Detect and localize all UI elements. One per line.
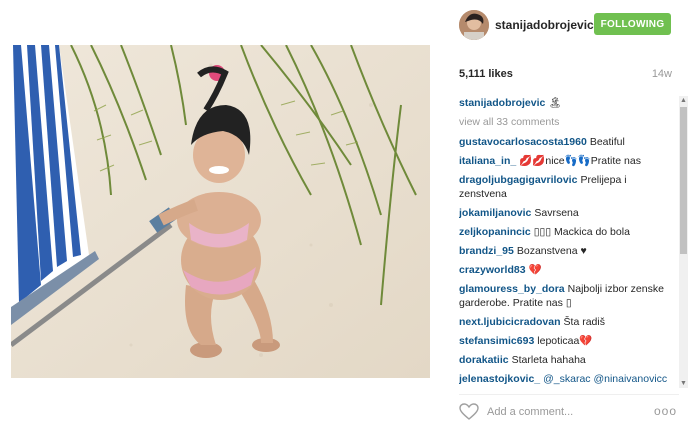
comments-scrollbar[interactable]: ▲ ▼ bbox=[679, 96, 688, 388]
comment-item: glamouress_by_dora Najbolji izbor zenske … bbox=[459, 282, 675, 310]
caption: stanijadobrojevic 🏝 bbox=[459, 96, 675, 110]
post-photo[interactable] bbox=[11, 45, 430, 378]
comment-text: Savrsena bbox=[534, 207, 579, 219]
comments-list[interactable]: stanijadobrojevic 🏝 view all 33 comments … bbox=[459, 96, 675, 388]
avatar[interactable] bbox=[459, 10, 489, 40]
comment-username[interactable]: stefansimic693 bbox=[459, 335, 534, 347]
comment-username[interactable]: dragoljubgagigavrilovic bbox=[459, 174, 577, 186]
comment-username[interactable]: brandzi_95 bbox=[459, 245, 514, 257]
caption-text: 🏝 bbox=[548, 97, 562, 109]
comment-text: ▯▯▯ Mackica do bola bbox=[533, 226, 630, 238]
arrow-up-icon[interactable]: ▲ bbox=[679, 96, 688, 105]
comment-item: brandzi_95 Bozanstvena ♥ bbox=[459, 244, 675, 258]
view-all-comments-link[interactable]: view all 33 comments bbox=[459, 115, 675, 129]
arrow-down-icon[interactable]: ▼ bbox=[679, 379, 688, 388]
comment-item: dorakatiic Starleta hahaha bbox=[459, 353, 675, 367]
username-link[interactable]: stanijadobrojevic bbox=[495, 18, 594, 32]
comment-item: italiana_in_ 💋💋nice👣👣Pratite nas bbox=[459, 154, 675, 168]
add-comment-input[interactable]: Add a comment... bbox=[487, 406, 573, 418]
comment-text: Šta radiš bbox=[563, 316, 605, 328]
comment-item: crazyworld83 💔 bbox=[459, 263, 675, 277]
comment-text: 💔 bbox=[528, 264, 542, 276]
comment-username[interactable]: italiana_in_ bbox=[459, 155, 516, 167]
likes-row: 5,111 likes 14w bbox=[459, 68, 672, 82]
avatar-image bbox=[459, 10, 489, 40]
likes-count[interactable]: 5,111 likes bbox=[459, 68, 513, 80]
comment-item: stefansimic693 lepoticaa💔 bbox=[459, 334, 675, 348]
comment-username[interactable]: crazyworld83 bbox=[459, 264, 526, 276]
comment-username[interactable]: glamouress_by_dora bbox=[459, 283, 565, 295]
comment-username[interactable]: gustavocarlosacosta1960 bbox=[459, 136, 587, 148]
comment-username[interactable]: next.ljubicicradovan bbox=[459, 316, 561, 328]
divider bbox=[459, 394, 679, 395]
comment-text: @_skarac @ninaivanovicc bbox=[543, 373, 668, 385]
comment-item: zeljkopanincic ▯▯▯ Mackica do bola bbox=[459, 225, 675, 239]
scrollbar-thumb[interactable] bbox=[680, 107, 687, 254]
comment-username[interactable]: zeljkopanincic bbox=[459, 226, 531, 238]
comment-text: lepoticaa💔 bbox=[537, 335, 593, 347]
comment-text: Beatiful bbox=[589, 136, 625, 148]
comment-username[interactable]: jelenastojkovic_ bbox=[459, 373, 540, 385]
post-header: stanijadobrojevic FOLLOWING bbox=[459, 10, 679, 40]
post-time[interactable]: 14w bbox=[652, 68, 672, 80]
comment-text: Starleta hahaha bbox=[511, 354, 586, 366]
comment-item: gustavocarlosacosta1960 Beatiful bbox=[459, 135, 675, 149]
heart-icon[interactable] bbox=[459, 403, 479, 421]
comment-item: jokamiljanovic Savrsena bbox=[459, 206, 675, 220]
beach-photo bbox=[11, 45, 430, 378]
comment-text: 💋💋nice👣👣Pratite nas bbox=[519, 155, 641, 167]
caption-username[interactable]: stanijadobrojevic bbox=[459, 97, 545, 109]
more-options-icon[interactable]: ooo bbox=[654, 404, 677, 418]
comment-item: dragoljubgagigavrilovic Prelijepa i zenst… bbox=[459, 173, 675, 201]
comment-item: jelenastojkovic_ @_skarac @ninaivanovicc bbox=[459, 372, 675, 386]
comment-item: next.ljubicicradovan Šta radiš bbox=[459, 315, 675, 329]
comment-text: Bozanstvena ♥ bbox=[516, 245, 587, 257]
following-button[interactable]: FOLLOWING bbox=[594, 13, 671, 35]
comment-username[interactable]: jokamiljanovic bbox=[459, 207, 531, 219]
comment-username[interactable]: dorakatiic bbox=[459, 354, 509, 366]
